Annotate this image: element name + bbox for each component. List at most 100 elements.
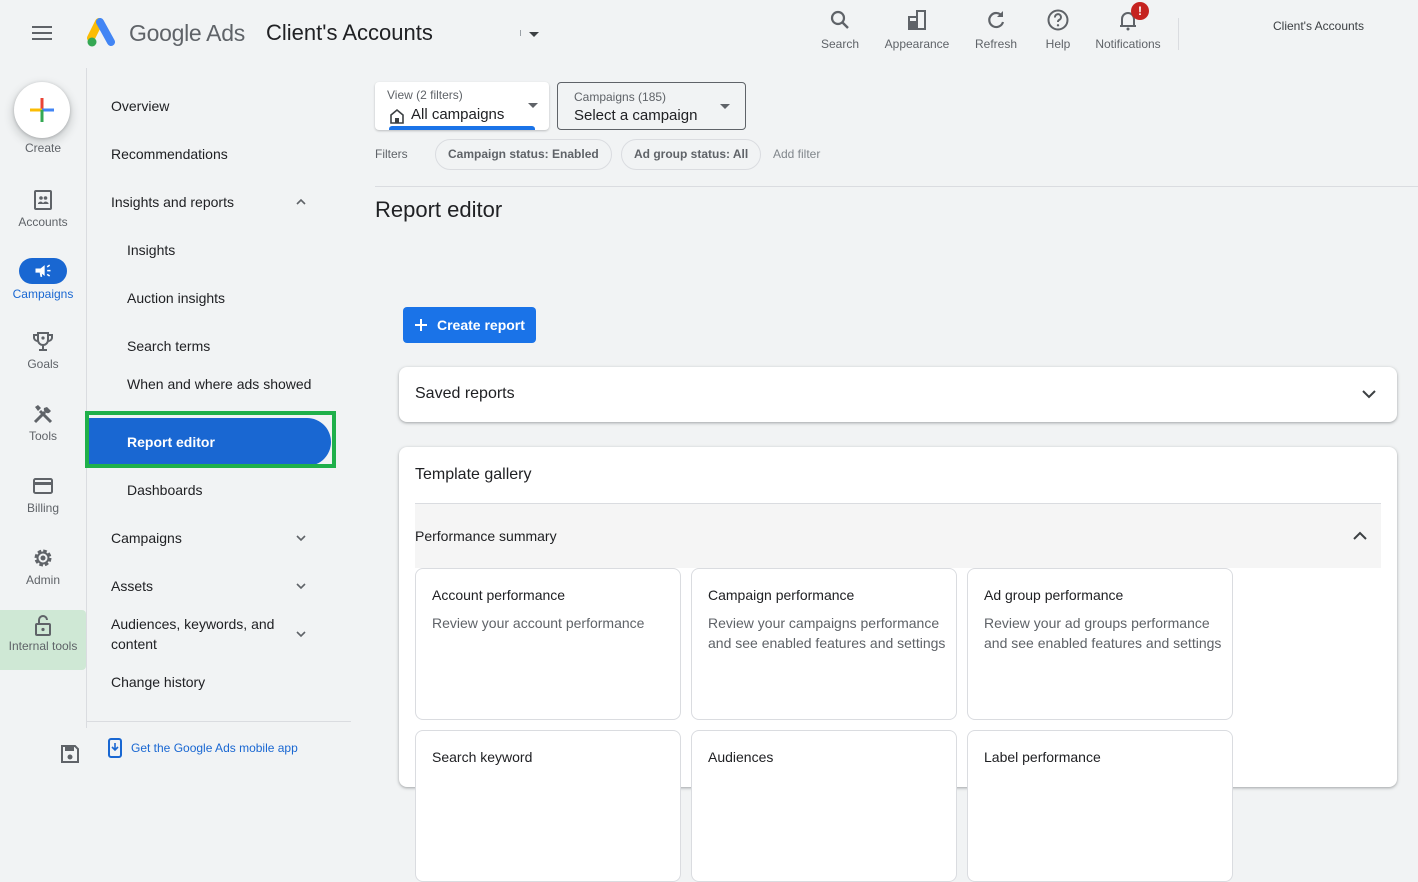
page-title: Report editor: [375, 197, 503, 222]
mobile-app-link[interactable]: Get the Google Ads mobile app: [107, 738, 298, 758]
help-button[interactable]: Help: [1043, 8, 1073, 56]
nav-item-insights[interactable]: Insights: [87, 240, 337, 260]
left-rail: Create Accounts Campaigns Goals Tools Bi…: [0, 68, 87, 769]
tools-label: Tools: [28, 429, 57, 443]
saved-reports-panel[interactable]: Saved reports: [399, 367, 1397, 422]
credit-card-icon: [33, 478, 53, 494]
google-ads-logo-icon: [87, 18, 115, 47]
nav-item-insights-and-reports[interactable]: Insights and reports: [87, 192, 337, 212]
admin-label: Admin: [25, 573, 60, 587]
template-title: Audiences: [708, 749, 774, 765]
template-card-audiences[interactable]: Audiences: [691, 730, 957, 882]
template-card-ad-group-performance[interactable]: Ad group performance Review your ad grou…: [967, 568, 1233, 720]
template-card-search-keyword[interactable]: Search keyword: [415, 730, 681, 882]
plus-icon: [30, 98, 54, 122]
rail-item-tools[interactable]: Tools: [0, 402, 86, 443]
nav-item-report-editor[interactable]: Report editor: [87, 418, 331, 466]
notifications-button[interactable]: ! Notifications: [1090, 2, 1166, 56]
rail-create-label-wrap: Create: [0, 142, 86, 155]
home-icon: [390, 108, 404, 124]
template-description: Review your account performance: [432, 615, 645, 631]
account-title: Client's Accounts: [266, 20, 433, 45]
view-filter-select[interactable]: View (2 filters) All campaigns: [375, 82, 549, 130]
appearance-icon: [908, 10, 926, 30]
filter-chip-ad-group-status[interactable]: Ad group status: All: [621, 139, 762, 170]
chevron-up-icon[interactable]: [1353, 531, 1367, 540]
notification-badge: !: [1131, 2, 1149, 20]
save-icon[interactable]: [60, 744, 80, 764]
refresh-icon: [988, 11, 1005, 29]
gear-icon: [34, 549, 52, 567]
chevron-up-icon: [296, 198, 306, 205]
help-icon: [1047, 9, 1069, 31]
nav-item-assets[interactable]: Assets: [87, 576, 337, 596]
search-button[interactable]: Search: [820, 8, 860, 56]
header-divider: [1178, 18, 1179, 50]
rail-item-admin[interactable]: Admin: [0, 546, 86, 587]
view-select-label: View (2 filters): [387, 88, 463, 102]
filter-chip-campaign-status[interactable]: Campaign status: Enabled: [435, 139, 612, 170]
brand-name: Google Ads: [129, 20, 245, 46]
appearance-button[interactable]: Appearance: [881, 8, 953, 56]
create-report-label: Create report: [437, 317, 525, 333]
account-switcher-dropdown[interactable]: [518, 24, 544, 44]
nav-item-when-and-where-ads-showed[interactable]: When and where ads showed: [87, 374, 317, 394]
nav-item-auction-insights[interactable]: Auction insights: [87, 288, 337, 308]
rail-item-goals[interactable]: Goals: [0, 330, 86, 371]
campaign-select-value: Select a campaign: [574, 107, 698, 124]
rail-item-accounts[interactable]: Accounts: [0, 188, 86, 229]
template-card-campaign-performance[interactable]: Campaign performance Review your campaig…: [691, 568, 957, 720]
caret-down-icon: [720, 104, 730, 109]
create-report-button[interactable]: Create report: [403, 307, 536, 343]
mobile-download-icon: [108, 738, 122, 758]
search-label: Search: [820, 37, 860, 51]
create-button[interactable]: [14, 82, 70, 138]
rail-item-internal-tools[interactable]: Internal tools: [0, 610, 86, 670]
refresh-label: Refresh: [974, 37, 1018, 51]
chevron-down-icon[interactable]: [1362, 390, 1376, 399]
template-title: Label performance: [984, 749, 1101, 765]
template-title: Search keyword: [432, 749, 533, 765]
top-app-bar: Google Ads Client's Accounts Search Appe…: [0, 0, 1418, 68]
template-title: Ad group performance: [984, 587, 1124, 603]
nav-item-campaigns[interactable]: Campaigns: [87, 528, 337, 548]
campaigns-active-pill: [19, 258, 67, 284]
refresh-button[interactable]: Refresh: [973, 8, 1019, 56]
navigation-panel: Overview Recommendations Insights and re…: [87, 68, 351, 769]
template-card-label-performance[interactable]: Label performance: [967, 730, 1233, 882]
internal-tools-label: Internal tools: [8, 639, 78, 653]
chevron-down-icon: [296, 583, 306, 590]
help-label: Help: [1045, 37, 1071, 51]
lock-icon: [35, 615, 51, 636]
tools-icon: [33, 405, 53, 424]
template-card-account-performance[interactable]: Account performance Review your account …: [415, 568, 681, 720]
nav-divider: [87, 721, 351, 722]
insights-and-reports-label: Insights and reports: [111, 194, 234, 210]
nav-item-audiences-keywords-content[interactable]: Audiences, keywords, and content: [87, 614, 337, 654]
performance-summary-header[interactable]: Performance summary: [415, 504, 1381, 568]
current-account-name[interactable]: Client's Accounts: [1273, 19, 1364, 33]
template-gallery-title: Template gallery: [415, 466, 532, 483]
notifications-label: Notifications: [1095, 37, 1161, 51]
appearance-label: Appearance: [884, 37, 950, 51]
main-menu-button[interactable]: [32, 26, 52, 42]
filters-label: Filters: [375, 147, 408, 161]
view-select-value: All campaigns: [411, 106, 505, 123]
create-label: Create: [24, 141, 62, 155]
rail-item-billing[interactable]: Billing: [0, 474, 86, 515]
nav-item-recommendations[interactable]: Recommendations: [87, 144, 337, 164]
nav-item-change-history[interactable]: Change history: [87, 672, 337, 692]
assets-nav-label: Assets: [111, 578, 154, 594]
campaign-select[interactable]: Campaigns (185) Select a campaign: [557, 82, 746, 130]
template-gallery-panel: Template gallery Performance summary Acc…: [399, 447, 1397, 882]
template-description: Review your ad groups performance and se…: [984, 615, 1222, 651]
trophy-icon: [33, 332, 53, 351]
add-filter-button[interactable]: Add filter: [773, 147, 820, 161]
nav-item-search-terms[interactable]: Search terms: [87, 336, 337, 356]
rail-item-campaigns[interactable]: Campaigns: [0, 258, 86, 301]
saved-reports-title: Saved reports: [415, 385, 515, 402]
caret-down-icon: [528, 103, 538, 108]
nav-item-overview[interactable]: Overview: [87, 96, 337, 116]
mobile-app-label: Get the Google Ads mobile app: [131, 741, 298, 755]
nav-item-dashboards[interactable]: Dashboards: [87, 480, 337, 500]
